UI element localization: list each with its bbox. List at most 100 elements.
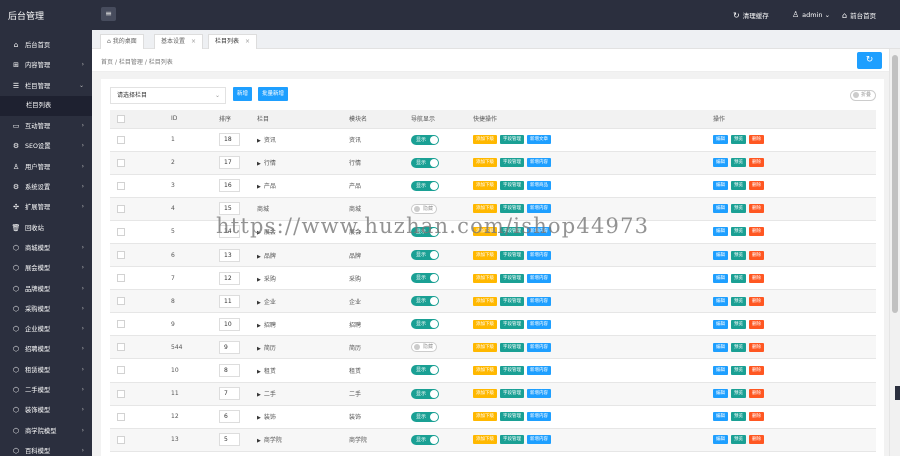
sort-input[interactable]: 11 (219, 294, 240, 308)
sort-input[interactable]: 16 (219, 179, 240, 193)
scrollbar-thumb[interactable] (892, 55, 898, 313)
field-manage-button[interactable]: 字段管理 (500, 273, 524, 283)
add-content-button[interactable]: 新增商品 (527, 181, 551, 191)
nav-display-switch[interactable]: 显示 (411, 226, 439, 237)
row-checkbox[interactable] (117, 435, 125, 444)
add-sub-button[interactable]: 添加下级 (473, 365, 497, 375)
sort-input[interactable]: 12 (219, 271, 240, 285)
delete-button[interactable]: 删除 (749, 342, 764, 352)
add-sub-button[interactable]: 添加下级 (473, 389, 497, 399)
preview-button[interactable]: 预览 (731, 365, 746, 375)
add-content-button[interactable]: 新增内容 (527, 389, 551, 399)
expand-triangle-icon[interactable]: ▶ (257, 138, 261, 144)
nav-display-switch[interactable]: 显示 (411, 296, 439, 307)
sidebar-item[interactable]: ⬡ 招聘模型 › (0, 339, 92, 359)
edit-button[interactable]: 编辑 (713, 250, 728, 260)
sidebar-item[interactable]: 🗑 回收站 (0, 218, 92, 238)
row-checkbox[interactable] (117, 227, 125, 236)
row-checkbox[interactable] (117, 343, 125, 352)
sidebar-item[interactable]: ☰ 栏目管理 ⌄ (0, 76, 92, 96)
expand-triangle-icon[interactable]: ▶ (257, 346, 261, 352)
tab-column-list[interactable]: 栏目列表 × (208, 34, 258, 49)
sidebar-item[interactable]: ⬡ 商城模型 › (0, 238, 92, 258)
preview-button[interactable]: 预览 (731, 412, 746, 422)
row-checkbox[interactable] (117, 204, 125, 213)
sort-input[interactable]: 18 (219, 133, 240, 147)
preview-button[interactable]: 预览 (731, 273, 746, 283)
add-sub-button[interactable]: 添加下级 (473, 135, 497, 145)
preview-button[interactable]: 预览 (731, 435, 746, 445)
row-checkbox[interactable] (117, 274, 125, 283)
edit-button[interactable]: 编辑 (713, 365, 728, 375)
add-sub-button[interactable]: 添加下级 (473, 227, 497, 237)
nav-display-switch[interactable]: 显示 (411, 388, 439, 399)
nav-display-switch[interactable]: 隐藏 (411, 203, 437, 214)
row-checkbox[interactable] (117, 135, 125, 144)
field-manage-button[interactable]: 字段管理 (500, 204, 524, 214)
delete-button[interactable]: 删除 (749, 273, 764, 283)
add-sub-button[interactable]: 添加下级 (473, 204, 497, 214)
preview-button[interactable]: 预览 (731, 389, 746, 399)
edit-button[interactable]: 编辑 (713, 227, 728, 237)
sort-input[interactable]: 15 (219, 202, 240, 216)
add-sub-button[interactable]: 添加下级 (473, 319, 497, 329)
sidebar-item[interactable]: ⬡ 二手模型 › (0, 380, 92, 400)
fold-toggle[interactable]: 折叠 (849, 90, 876, 101)
sort-input[interactable]: 10 (219, 317, 240, 331)
delete-button[interactable]: 删除 (749, 250, 764, 260)
expand-triangle-icon[interactable]: ▶ (257, 392, 261, 398)
add-content-button[interactable]: 新增内容 (527, 273, 551, 283)
add-sub-button[interactable]: 添加下级 (473, 296, 497, 306)
add-content-button[interactable]: 新增内容 (527, 435, 551, 445)
field-manage-button[interactable]: 字段管理 (500, 227, 524, 237)
sort-input[interactable]: 6 (219, 410, 240, 424)
side-handle[interactable] (895, 386, 900, 400)
edit-button[interactable]: 编辑 (713, 158, 728, 168)
nav-display-switch[interactable]: 显示 (411, 134, 439, 145)
tab-basic-settings[interactable]: 基本设置 × (154, 34, 204, 49)
nav-display-switch[interactable]: 显示 (411, 180, 439, 191)
row-checkbox[interactable] (117, 320, 125, 329)
add-sub-button[interactable]: 添加下级 (473, 342, 497, 352)
expand-triangle-icon[interactable]: ▶ (257, 438, 261, 444)
expand-triangle-icon[interactable]: ▶ (257, 323, 261, 329)
expand-triangle-icon[interactable]: ▶ (257, 415, 261, 421)
field-manage-button[interactable]: 字段管理 (500, 412, 524, 422)
row-checkbox[interactable] (117, 251, 125, 260)
sidebar-item[interactable]: ⬡ 百科模型 › (0, 441, 92, 456)
expand-triangle-icon[interactable]: ▶ (257, 369, 261, 375)
header-select-all[interactable] (110, 110, 167, 129)
edit-button[interactable]: 编辑 (713, 319, 728, 329)
preview-button[interactable]: 预览 (731, 158, 746, 168)
sort-input[interactable]: 9 (219, 340, 240, 354)
add-sub-button[interactable]: 添加下级 (473, 273, 497, 283)
delete-button[interactable]: 删除 (749, 435, 764, 445)
expand-triangle-icon[interactable]: ▶ (257, 161, 261, 167)
sidebar-item[interactable]: ✣ 扩展管理 › (0, 197, 92, 217)
nav-display-switch[interactable]: 显示 (411, 157, 439, 168)
close-icon[interactable]: × (245, 38, 250, 45)
delete-button[interactable]: 删除 (749, 365, 764, 375)
delete-button[interactable]: 删除 (749, 135, 764, 145)
menu-toggle-button[interactable]: ≡ (101, 7, 116, 21)
sort-input[interactable]: 8 (219, 363, 240, 377)
field-manage-button[interactable]: 字段管理 (500, 296, 524, 306)
add-sub-button[interactable]: 添加下级 (473, 158, 497, 168)
edit-button[interactable]: 编辑 (713, 342, 728, 352)
field-manage-button[interactable]: 字段管理 (500, 158, 524, 168)
add-content-button[interactable]: 新增文章 (527, 135, 551, 145)
delete-button[interactable]: 删除 (749, 158, 764, 168)
delete-button[interactable]: 删除 (749, 389, 764, 399)
row-checkbox[interactable] (117, 158, 125, 167)
field-manage-button[interactable]: 字段管理 (500, 250, 524, 260)
field-manage-button[interactable]: 字段管理 (500, 365, 524, 375)
breadcrumb-column-manage[interactable]: 栏目管理 (119, 59, 143, 66)
preview-button[interactable]: 预览 (731, 342, 746, 352)
sidebar-item[interactable]: ♙ 用户管理 › (0, 157, 92, 177)
row-checkbox[interactable] (117, 297, 125, 306)
user-menu[interactable]: ♙ admin ⌄ (792, 10, 830, 19)
edit-button[interactable]: 编辑 (713, 435, 728, 445)
expand-triangle-icon[interactable]: ▶ (257, 300, 261, 306)
sidebar-item[interactable]: 栏目列表 (0, 95, 92, 117)
add-content-button[interactable]: 新增内容 (527, 412, 551, 422)
